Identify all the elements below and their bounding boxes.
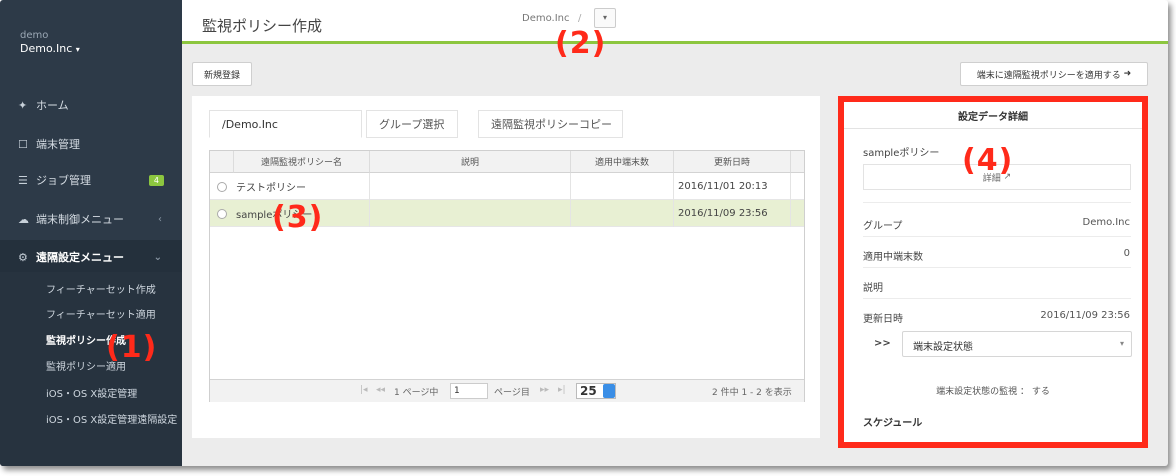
- schedule-label: スケジュール: [863, 418, 923, 429]
- sidebar-item-jobs[interactable]: ☰ ジョブ管理 4: [0, 163, 182, 197]
- org-sub-label: demo: [20, 30, 49, 41]
- gears-icon: ⚙: [18, 250, 28, 264]
- app-window: demo Demo.Inc ▾ ✦ ホーム ☐ 端末管理 ☰ ジョブ管理 4 ☁…: [0, 0, 1168, 466]
- org-caret-icon: ▾: [75, 45, 80, 54]
- submenu-feature-apply[interactable]: フィーチャーセット適用: [0, 309, 182, 322]
- org-name: Demo.Inc: [20, 42, 73, 55]
- page-prefix: 1 ページ中: [394, 388, 439, 398]
- row-radio[interactable]: [217, 208, 227, 219]
- setting-type-value: 端末設定状態: [913, 342, 973, 353]
- monitor-status-text: 端末設定状態の監視 ： する: [936, 387, 1050, 397]
- row-updated: 2016/11/09 23:56: [674, 200, 791, 227]
- row-updated: 2016/11/01 20:13: [674, 173, 791, 200]
- annotation-marker-4: (4): [962, 143, 1014, 178]
- grid-pager: |◂ ◂◂ 1 ページ中 1 ページ目 ▸▸ ▸| 25 2 件中 1 - 2 …: [210, 379, 804, 402]
- grid-header-desc[interactable]: 説明: [370, 151, 571, 173]
- sidebar-item-label: ホーム: [36, 99, 69, 112]
- row-radio[interactable]: [217, 181, 227, 192]
- org-switcher[interactable]: demo Demo.Inc ▾: [20, 30, 80, 55]
- detail-policy-name: sampleポリシー: [863, 148, 940, 159]
- breadcrumb-dropdown[interactable]: ▾: [594, 8, 616, 28]
- desc-label: 説明: [863, 283, 883, 294]
- annotation-marker-3: (3): [272, 200, 324, 235]
- sidebar: demo Demo.Inc ▾ ✦ ホーム ☐ 端末管理 ☰ ジョブ管理 4 ☁…: [0, 0, 182, 466]
- updated-value: 2016/11/09 23:56: [1040, 310, 1130, 321]
- grid-header-name[interactable]: 遠隔監視ポリシー名: [234, 151, 370, 173]
- grid-header-select: [210, 151, 234, 173]
- submenu-ios-settings[interactable]: iOS・OS X設定管理: [0, 388, 182, 401]
- caret-down-icon: ▾: [602, 13, 607, 22]
- policy-list-card: /Demo.Inc グループ選択 遠隔監視ポリシーコピー 遠隔監視ポリシー名 説…: [192, 96, 820, 438]
- job-icon: ☰: [18, 173, 28, 187]
- prev-page-icon[interactable]: ◂◂: [376, 385, 385, 395]
- row-desc: [370, 200, 571, 227]
- row-count: [571, 173, 674, 200]
- tab-policy-copy[interactable]: 遠隔監視ポリシーコピー: [478, 110, 623, 138]
- count-value: 0: [1123, 248, 1130, 259]
- row-name: テストポリシー: [234, 173, 370, 200]
- sidebar-item-label: ジョブ管理: [36, 174, 91, 187]
- page-size-select[interactable]: 25: [576, 383, 616, 399]
- page-suffix: ページ目: [494, 388, 530, 398]
- table-row[interactable]: テストポリシー 2016/11/01 20:13: [210, 173, 804, 200]
- submenu-feature-create[interactable]: フィーチャーセット作成: [0, 284, 182, 297]
- row-count: [571, 200, 674, 227]
- apply-policy-label: 端末に遠隔監視ポリシーを適用する: [976, 70, 1121, 81]
- chevron-down-icon: ⌄: [153, 251, 162, 263]
- count-label: 適用中端末数: [863, 252, 923, 263]
- grid-header-count[interactable]: 適用中端末数: [571, 151, 674, 173]
- job-count-badge: 4: [148, 174, 164, 186]
- first-page-icon[interactable]: |◂: [360, 385, 368, 395]
- select-arrows-icon: [603, 384, 615, 398]
- record-summary: 2 件中 1 - 2 を表示: [712, 388, 792, 398]
- expand-toggle[interactable]: >>: [874, 338, 891, 349]
- annotation-marker-1: (1): [106, 330, 158, 365]
- page-title: 監視ポリシー作成: [202, 17, 323, 35]
- sidebar-item-device-control[interactable]: ☁ 端末制御メニュー ‹: [0, 202, 182, 236]
- next-page-icon[interactable]: ▸▸: [540, 385, 549, 395]
- breadcrumb[interactable]: Demo.Inc: [522, 13, 570, 24]
- cloud-icon: ☁: [18, 212, 29, 226]
- detail-title: 設定データ詳細: [844, 102, 1142, 129]
- sidebar-item-label: 端末制御メニュー: [36, 213, 124, 226]
- sidebar-item-label: 遠隔設定メニュー: [36, 251, 124, 264]
- chevron-left-icon: ‹: [158, 213, 162, 225]
- page-number-value: 1: [454, 386, 460, 396]
- tab-group-path[interactable]: /Demo.Inc: [209, 110, 362, 138]
- sidebar-item-label: 端末管理: [36, 138, 80, 151]
- grid-header-updated[interactable]: 更新日時: [674, 151, 791, 173]
- sidebar-item-home[interactable]: ✦ ホーム: [0, 88, 182, 122]
- home-icon: ✦: [18, 98, 28, 112]
- tab-group-select[interactable]: グループ選択: [366, 110, 458, 138]
- last-page-icon[interactable]: ▸|: [558, 385, 566, 395]
- grid-header-spacer: [791, 151, 804, 173]
- apply-policy-button[interactable]: 端末に遠隔監視ポリシーを適用する ➜: [960, 62, 1148, 86]
- page-number-input[interactable]: 1: [450, 383, 488, 399]
- updated-label: 更新日時: [863, 314, 903, 325]
- device-icon: ☐: [18, 137, 28, 151]
- setting-type-select[interactable]: 端末設定状態 ▾: [902, 331, 1132, 357]
- header: 監視ポリシー作成 Demo.Inc / ▾: [182, 0, 1168, 44]
- sidebar-item-devices[interactable]: ☐ 端末管理: [0, 127, 182, 161]
- breadcrumb-separator: /: [578, 13, 582, 24]
- arrow-right-icon: ➜: [1123, 69, 1132, 79]
- new-register-button[interactable]: 新規登録: [192, 62, 252, 86]
- row-desc: [370, 173, 571, 200]
- group-value: Demo.Inc: [1082, 217, 1131, 228]
- page-size-value: 25: [580, 384, 597, 398]
- annotation-marker-2: (2): [555, 26, 607, 61]
- caret-down-icon: ▾: [1119, 339, 1124, 348]
- policy-grid: 遠隔監視ポリシー名 説明 適用中端末数 更新日時 テストポリシー 2016/11…: [209, 150, 805, 402]
- group-label: グループ: [863, 221, 903, 232]
- sidebar-item-remote-settings[interactable]: ⚙ 遠隔設定メニュー ⌄: [0, 240, 182, 274]
- submenu-ios-remote[interactable]: iOS・OS X設定管理遠隔設定: [0, 414, 178, 427]
